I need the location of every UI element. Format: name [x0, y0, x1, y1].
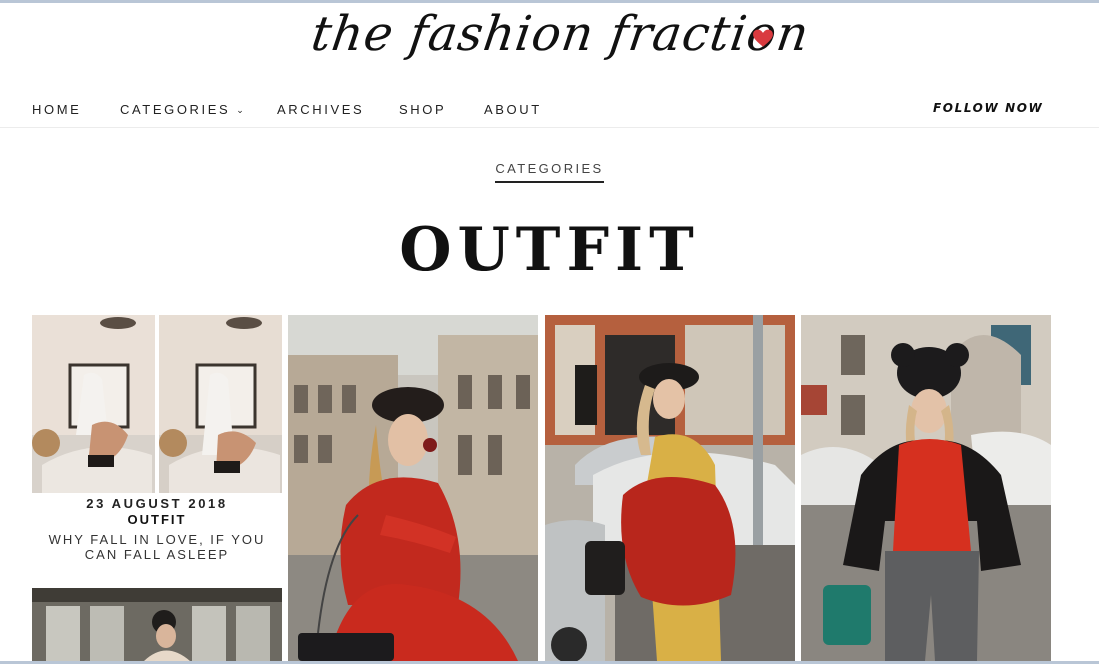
breadcrumb: CATEGORIES [0, 160, 1099, 183]
nav-item-categories[interactable]: CATEGORIES ⌄ [120, 102, 246, 117]
nav-shop-label: SHOP [399, 102, 447, 117]
post-image-bedroom[interactable] [32, 315, 282, 493]
post-image-red-dress[interactable] [288, 315, 538, 661]
page-title: OUTFIT [399, 215, 700, 285]
nav-item-shop[interactable]: SHOP [399, 102, 446, 117]
nav-archives-label: ARCHIVES [277, 102, 365, 117]
leather-jacket-photo [801, 315, 1051, 661]
heart-icon [753, 29, 773, 47]
nav-about-label: ABOUT [484, 102, 542, 117]
post-image-fur-jacket[interactable] [545, 315, 795, 661]
nav-item-home[interactable]: HOME [32, 102, 81, 117]
nav-home-label: HOME [32, 102, 82, 117]
breadcrumb-categories-link[interactable]: CATEGORIES [495, 161, 604, 183]
main-nav: HOME CATEGORIES ⌄ ARCHIVES SHOP ABOUT FOL… [0, 92, 1099, 128]
follow-now-link[interactable]: FOLLOW NOW [933, 101, 1043, 115]
post-image-leather-jacket[interactable] [801, 315, 1051, 661]
fur-jacket-photo [545, 315, 795, 661]
bedroom-photo [32, 315, 282, 493]
site-logo[interactable]: the fashion fraction [308, 6, 813, 66]
nav-item-archives[interactable]: ARCHIVES [277, 102, 364, 117]
window-top-border [0, 0, 1099, 3]
post-card-meta: 23 AUGUST 2018 OUTFIT WHY FALL IN LOVE, … [32, 496, 282, 562]
post-image-cafe[interactable] [32, 588, 282, 661]
nav-categories-label: CATEGORIES [120, 102, 231, 117]
red-dress-photo [288, 315, 538, 661]
chevron-down-icon: ⌄ [236, 105, 247, 115]
logo-text: the fashion fraction [308, 6, 813, 62]
post-date: 23 AUGUST 2018 [86, 496, 228, 511]
post-title-link[interactable]: WHY FALL IN LOVE, IF YOU CAN FALL ASLEEP [32, 532, 282, 562]
nav-item-about[interactable]: ABOUT [484, 102, 542, 117]
cafe-photo [32, 588, 282, 661]
post-category[interactable]: OUTFIT [32, 512, 282, 528]
